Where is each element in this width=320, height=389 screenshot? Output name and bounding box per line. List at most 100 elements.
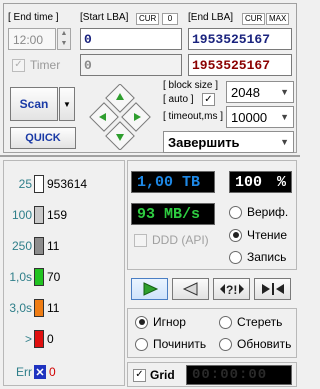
timeout-value: 10000 [231,109,268,125]
legend-label: 1,0s [9,270,32,284]
start-cur-tag[interactable]: CUR [136,13,160,25]
scan-button[interactable]: Scan [10,87,58,121]
end-cur-tag[interactable]: CUR [242,13,266,25]
auto-checkbox[interactable]: ✓ [202,93,215,106]
legend-color-swatch [34,206,44,224]
refresh-label: Обновить [237,337,292,351]
end-time-input[interactable]: 12:00 [8,28,56,50]
butterfly-button[interactable] [254,278,291,300]
mode-write[interactable]: Запись [229,250,286,264]
random-seek-button[interactable]: ?! [213,278,250,300]
ignore-label: Игнор [153,315,186,329]
legend-label: 3,0s [9,301,32,315]
legend-count: 159 [47,208,68,222]
legend-count: 953614 [47,177,88,191]
refresh-radio[interactable] [219,337,232,351]
timer-toggle[interactable]: ✓ Timer [12,58,60,72]
scan-menu-button[interactable]: ▼ [59,87,75,121]
grid-label: Grid [150,368,175,382]
read-radio[interactable] [229,228,242,242]
chevron-down-icon: ▼ [280,112,289,122]
reverse-button[interactable] [172,278,209,300]
legend-row: 25 953614 [6,174,121,194]
action-refresh[interactable]: Обновить [219,337,291,351]
timer-label: Timer [30,58,61,72]
spin-down-icon[interactable]: ▼ [58,39,70,49]
legend-label: 250 [11,239,32,253]
mode-read[interactable]: Чтение [229,228,287,242]
mode-verify[interactable]: Вериф. [229,205,288,219]
speed-display: 93 MB/s [131,203,215,225]
ddd-api-toggle[interactable]: DDD (API) [134,233,209,247]
spin-up-icon[interactable]: ▲ [58,29,70,39]
end-max-tag[interactable]: MAX [266,13,290,25]
grid-checkbox[interactable]: ✓ [133,368,146,382]
direction-down-button[interactable] [105,121,135,151]
random-seek-icon: ?! [219,283,244,296]
end-lba-label: [End LBA] [188,12,234,23]
play-button[interactable] [131,278,168,300]
legend-count: 11 [47,239,60,253]
ddd-api-checkbox[interactable] [134,233,147,247]
grid-toggle[interactable]: ✓ Grid [133,368,175,382]
playback-toolbar: ?! [131,278,297,302]
direction-up-button[interactable] [105,83,135,113]
percent-sign: % [276,173,286,191]
verify-label: Вериф. [247,205,289,219]
legend-count: 0 [49,365,56,379]
direction-left-button[interactable] [89,102,119,132]
legend-label: > [24,332,32,346]
legend-color-swatch [34,268,44,286]
chevron-down-icon: ▼ [280,137,289,147]
erase-radio[interactable] [219,315,232,329]
legend-label: 25 [18,177,32,191]
legend-color-swatch [34,299,44,317]
timeout-label: [ timeout,ms ] [163,111,224,122]
repair-label: Починить [153,337,207,351]
legend-row: 100 159 [6,205,121,225]
start-lba-readout: 0 [80,54,182,76]
percent-value: 100 [235,173,263,191]
divider [0,155,300,157]
action-repair[interactable]: Починить [135,337,206,351]
completion-action-select[interactable]: Завершить ▼ [163,131,294,153]
action-erase[interactable]: Стереть [219,315,282,329]
block-size-label: [ block size ] [163,80,219,91]
legend-label: Err [16,365,32,379]
timer-checkbox[interactable]: ✓ [12,58,25,72]
read-label: Чтение [247,228,288,242]
repair-radio[interactable] [135,337,148,351]
quick-button[interactable]: QUICK [10,127,76,149]
ignore-radio[interactable] [135,315,148,329]
play-icon [143,282,158,296]
action-ignore[interactable]: Игнор [135,315,186,329]
block-size-value: 2048 [231,84,260,100]
quick-button-label: QUICK [25,132,61,144]
end-lba-input[interactable]: 1953525167 [188,28,292,50]
butterfly-icon [261,283,284,295]
start-cur-value: 0 [162,13,178,25]
legend-count: 0 [47,332,54,346]
verify-radio[interactable] [229,205,242,219]
elapsed-timer-display: 00:00:00 [186,365,292,385]
write-radio[interactable] [229,250,242,264]
end-time-spinner[interactable]: ▲ ▼ [57,28,71,50]
timeout-select[interactable]: 10000 ▼ [226,106,294,128]
legend-row: >0 [6,329,121,349]
direction-right-button[interactable] [121,102,151,132]
legend-row: 3,0s 11 [6,298,121,318]
capacity-display: 1,00 TB [131,171,215,193]
end-lba-readout: 1953525167 [188,54,292,76]
percent-display: 100 % [229,171,292,193]
end-time-label: [ End time ] [8,12,59,23]
legend-label: 100 [11,208,32,222]
legend-color-swatch [34,237,44,255]
scan-button-label: Scan [19,97,49,111]
legend-count: 11 [47,301,60,315]
error-x-icon: ✕ [34,365,46,379]
triangle-down-icon: ▼ [63,99,71,109]
block-size-select[interactable]: 2048 ▼ [226,81,294,103]
start-lba-input[interactable]: 0 [80,28,182,50]
start-lba-label: [Start LBA] [80,12,129,23]
legend-color-swatch [34,175,44,193]
